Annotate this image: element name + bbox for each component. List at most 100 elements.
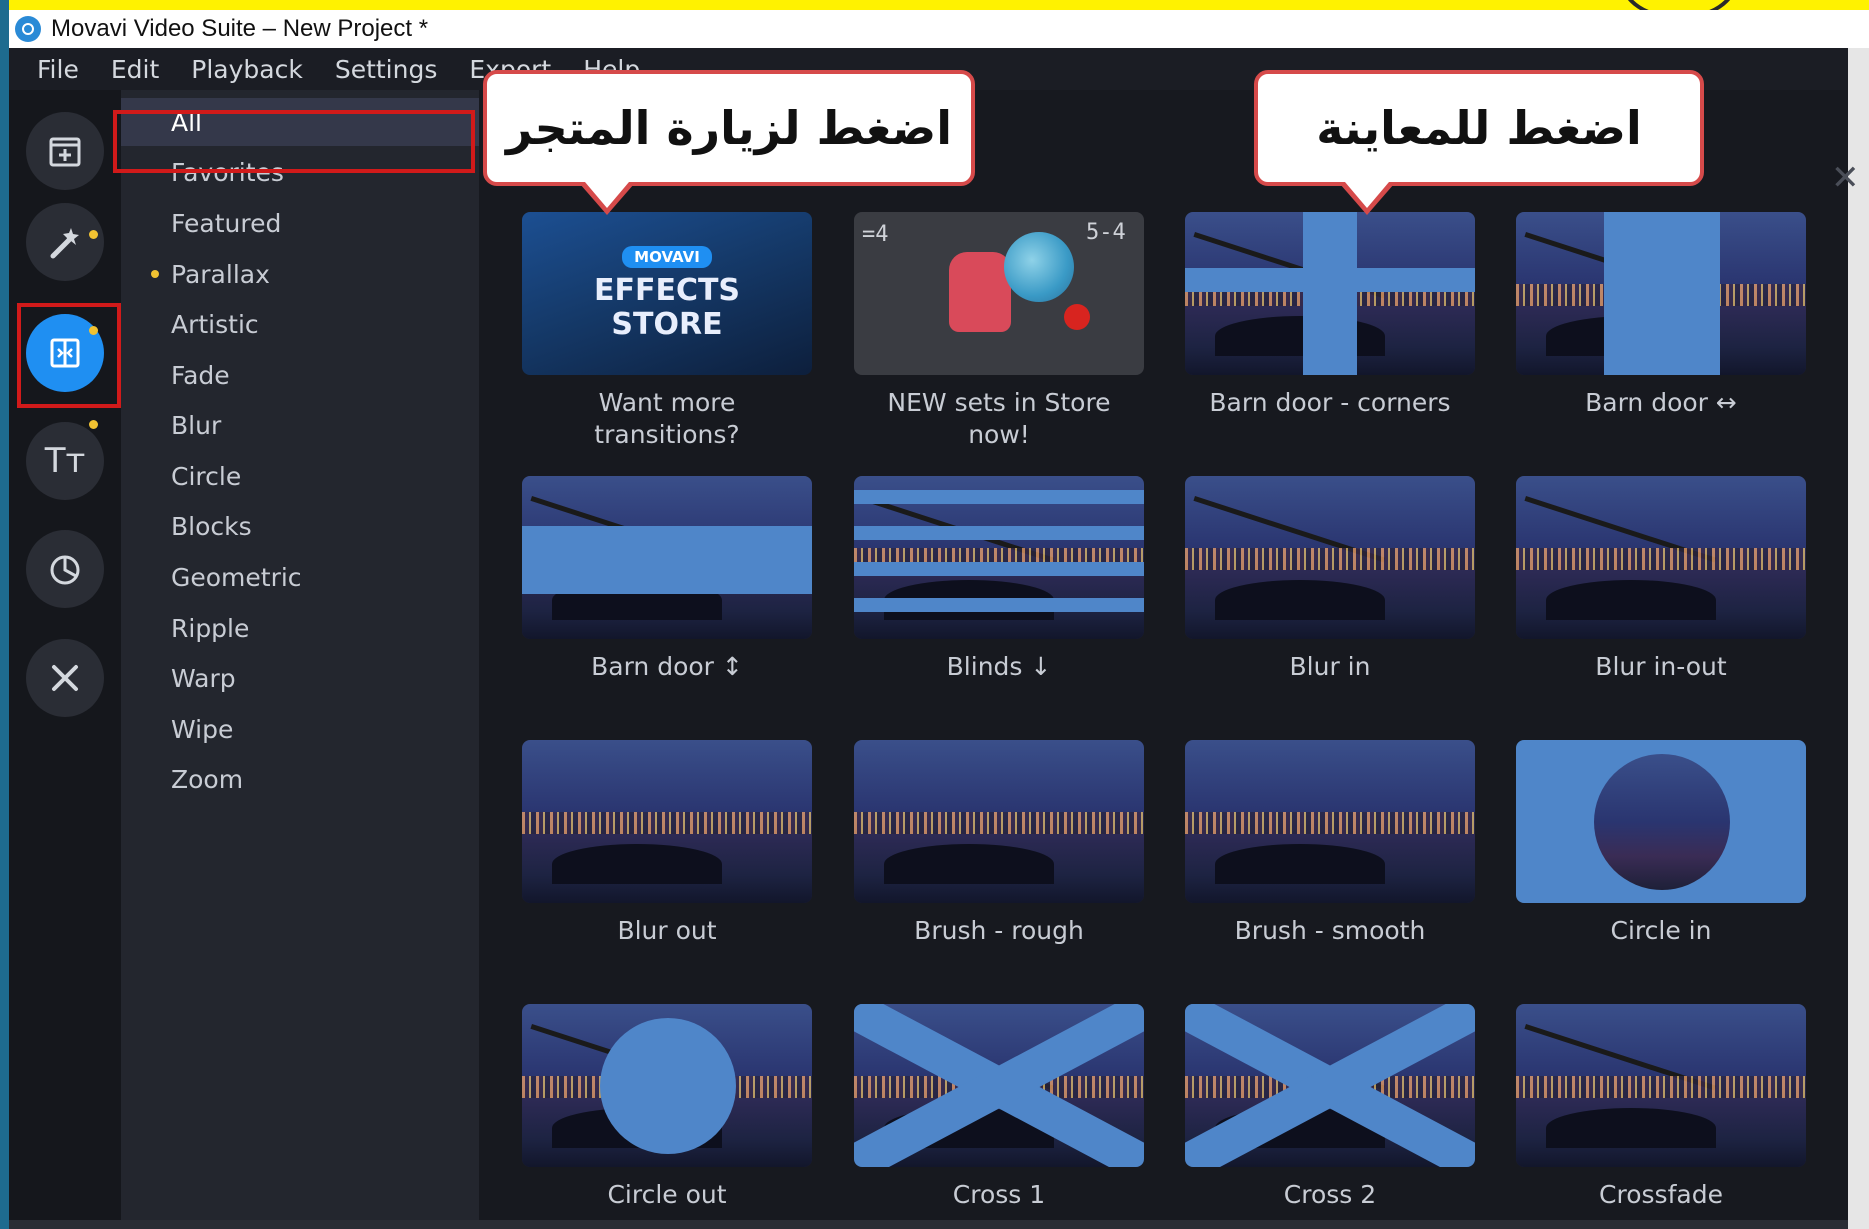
import-button[interactable]	[26, 112, 104, 190]
transition-thumbnail	[1185, 1004, 1475, 1167]
transition-thumbnail	[522, 740, 812, 903]
new-badge-dot	[89, 420, 98, 429]
window-titlebar: Movavi Video Suite – New Project *	[9, 10, 1869, 48]
tile-label: Cross 1	[952, 1180, 1046, 1209]
menu-playback[interactable]: Playback	[191, 55, 303, 84]
tools-sidebar: Tт	[9, 90, 121, 1220]
tile-barn-door-horizontal[interactable]: Barn door ↔	[1516, 212, 1806, 419]
tile-effects-store[interactable]: MOVAVI EFFECTS STORE Want more transitio…	[522, 212, 812, 451]
tile-cross-2[interactable]: Cross 2	[1185, 1004, 1475, 1211]
globe-icon	[1004, 232, 1074, 302]
store-line-1: EFFECTS	[593, 272, 741, 308]
tile-label: Blur in	[1289, 652, 1371, 681]
more-tools-button[interactable]	[26, 639, 104, 717]
tile-label: Barn door ↕	[591, 652, 743, 681]
transition-thumbnail	[1516, 212, 1806, 375]
transition-thumbnail	[522, 1004, 812, 1167]
new-sets-thumbnail: =4 5-4	[854, 212, 1144, 375]
tile-blinds-down[interactable]: Blinds ↓	[854, 476, 1144, 683]
titles-icon: Tт	[44, 441, 86, 481]
tile-barn-door-vertical[interactable]: Barn door ↕	[522, 476, 812, 683]
callout-tail	[585, 182, 629, 208]
tile-new-sets[interactable]: =4 5-4 NEW sets in Store now!	[854, 212, 1144, 451]
category-ripple[interactable]: Ripple	[121, 604, 479, 652]
tile-brush-smooth[interactable]: Brush - smooth	[1185, 740, 1475, 947]
transition-thumbnail	[1185, 476, 1475, 639]
category-blur[interactable]: Blur	[121, 401, 479, 449]
chalk-text: =4	[862, 222, 889, 247]
transition-thumbnail	[1516, 476, 1806, 639]
import-icon	[49, 137, 81, 167]
tile-label: Crossfade	[1599, 1180, 1723, 1209]
category-warp[interactable]: Warp	[121, 654, 479, 702]
tile-crossfade[interactable]: Crossfade	[1516, 1004, 1806, 1211]
transition-thumbnail	[1516, 740, 1806, 903]
new-badge-dot	[151, 270, 159, 278]
tile-label: NEW sets in Store now!	[887, 388, 1111, 449]
store-badge: MOVAVI	[622, 245, 712, 268]
transitions-grid: ✕ MOVAVI EFFECTS STORE Want more transit…	[479, 90, 1860, 1220]
tile-circle-out[interactable]: Circle out	[522, 1004, 812, 1211]
category-label: Fade	[171, 360, 230, 390]
tile-cross-1[interactable]: Cross 1	[854, 1004, 1144, 1211]
tile-label: Circle out	[607, 1180, 727, 1209]
category-geometric[interactable]: Geometric	[121, 553, 479, 601]
category-label: Geometric	[171, 562, 302, 592]
filters-button[interactable]	[26, 203, 104, 281]
category-label: Blur	[171, 410, 222, 440]
transition-thumbnail	[1185, 212, 1475, 375]
highlight-box-all	[113, 110, 475, 173]
tile-label: Brush - rough	[914, 916, 1084, 945]
tile-brush-rough[interactable]: Brush - rough	[854, 740, 1144, 947]
transition-thumbnail	[522, 476, 812, 639]
chalk-text: 5-4	[1086, 220, 1126, 245]
category-wipe[interactable]: Wipe	[121, 705, 479, 753]
window-left-border	[0, 0, 9, 1229]
callout-text: اضغط لزيارة المتجر	[506, 101, 952, 155]
category-parallax[interactable]: Parallax	[121, 250, 479, 298]
menu-settings[interactable]: Settings	[335, 55, 438, 84]
category-label: Artistic	[171, 309, 259, 339]
category-zoom[interactable]: Zoom	[121, 755, 479, 803]
tile-label: Barn door - corners	[1209, 388, 1451, 417]
menu-file[interactable]: File	[37, 55, 79, 84]
callout-visit-store: اضغط لزيارة المتجر	[483, 70, 975, 186]
tile-label: Blur out	[617, 916, 717, 945]
tile-label: Want more transitions?	[594, 388, 740, 449]
tile-blur-out[interactable]: Blur out	[522, 740, 812, 947]
close-icon[interactable]: ✕	[1831, 158, 1860, 198]
transition-thumbnail	[854, 476, 1144, 639]
stickers-button[interactable]	[26, 530, 104, 608]
category-label: Zoom	[171, 764, 244, 794]
highlight-box-transitions	[17, 303, 121, 408]
app-window: File Edit Playback Settings Export Help …	[9, 48, 1860, 1229]
tile-label: Barn door ↔	[1585, 388, 1737, 417]
transition-thumbnail	[854, 1004, 1144, 1167]
tile-blur-in[interactable]: Blur in	[1185, 476, 1475, 683]
store-line-2: STORE	[611, 306, 723, 342]
window-title: Movavi Video Suite – New Project *	[51, 15, 429, 42]
category-label: Featured	[171, 208, 282, 238]
transition-thumbnail	[854, 740, 1144, 903]
category-circle[interactable]: Circle	[121, 452, 479, 500]
menu-edit[interactable]: Edit	[111, 55, 159, 84]
movavi-logo-icon	[15, 16, 41, 42]
category-artistic[interactable]: Artistic	[121, 300, 479, 348]
tile-label: Cross 2	[1283, 1180, 1377, 1209]
window-right-border	[1848, 40, 1869, 1229]
magic-wand-icon	[50, 228, 79, 259]
bottom-bar	[9, 1220, 1848, 1229]
category-label: Warp	[171, 663, 236, 693]
category-fade[interactable]: Fade	[121, 351, 479, 399]
backpack-icon	[949, 252, 1011, 332]
category-featured[interactable]: Featured	[121, 199, 479, 247]
tile-barn-door-corners[interactable]: Barn door - corners	[1185, 212, 1475, 419]
callout-text: اضغط للمعاينة	[1316, 101, 1642, 155]
callout-tail	[1345, 182, 1389, 208]
titles-button[interactable]: Tт	[26, 422, 104, 500]
tile-blur-in-out[interactable]: Blur in-out	[1516, 476, 1806, 683]
transition-thumbnail	[1516, 1004, 1806, 1167]
category-blocks[interactable]: Blocks	[121, 502, 479, 550]
tile-circle-in[interactable]: Circle in	[1516, 740, 1806, 947]
category-label: Blocks	[171, 511, 252, 541]
